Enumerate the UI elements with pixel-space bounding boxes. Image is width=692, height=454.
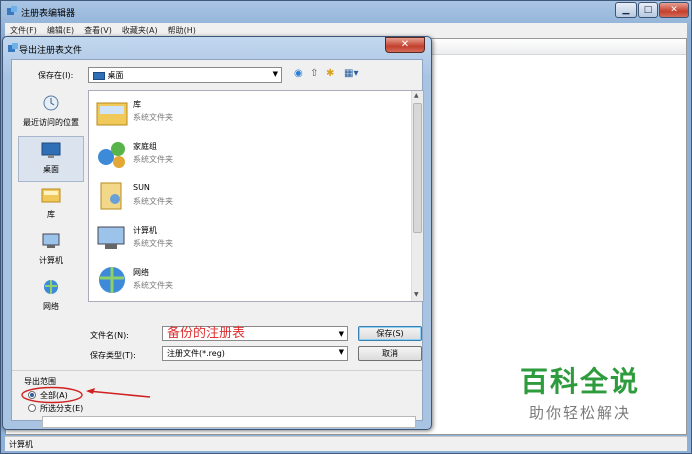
minimize-button[interactable]: ▁ <box>615 2 637 18</box>
file-name: 网络 <box>133 268 149 277</box>
dialog-close-button[interactable]: ✕ <box>385 37 425 53</box>
new-folder-icon[interactable]: ✱ <box>326 68 334 79</box>
place-label: 最近访问的位置 <box>23 118 79 127</box>
file-name: 库 <box>133 100 141 109</box>
place-desktop[interactable]: 桌面 <box>18 136 84 182</box>
list-item[interactable]: 家庭组 系统文件夹 <box>93 135 393 175</box>
chevron-down-icon: ▼ <box>338 330 344 338</box>
range-branch-label[interactable]: 所选分支(E) <box>40 403 83 414</box>
places-bar: 最近访问的位置 桌面 库 计算机 网络 <box>18 90 84 330</box>
export-dialog: 导出注册表文件 ✕ 保存在(I): 桌面 ▼ ◉ ⇧ ✱ ▦▾ 最近访问的位置 … <box>2 36 432 430</box>
recent-places-icon <box>43 95 59 111</box>
maximize-button[interactable]: □ <box>638 2 658 18</box>
regedit-icon <box>7 6 17 15</box>
annotation-arrow <box>86 388 151 398</box>
file-desc: 系统文件夹 <box>133 113 173 122</box>
place-recent[interactable]: 最近访问的位置 <box>18 90 84 136</box>
list-item[interactable]: 网络 系统文件夹 <box>93 261 393 301</box>
scroll-down-icon[interactable]: ▼ <box>414 291 419 298</box>
chevron-down-icon: ▼ <box>338 348 344 356</box>
filename-label: 文件名(N): <box>90 331 129 340</box>
place-libraries[interactable]: 库 <box>18 182 84 228</box>
file-name: 计算机 <box>133 226 157 235</box>
list-item[interactable]: SUN 系统文件夹 <box>93 177 393 217</box>
file-desc: 系统文件夹 <box>133 197 173 206</box>
chevron-down-icon: ▼ <box>272 70 278 78</box>
cancel-button[interactable]: 取消 <box>358 346 422 361</box>
scroll-up-icon[interactable]: ▲ <box>414 92 419 99</box>
place-label: 计算机 <box>39 256 63 265</box>
title-bar: 注册表编辑器 ▁ □ ✕ <box>1 1 691 23</box>
range-all-radio[interactable] <box>28 391 36 399</box>
range-branch-radio[interactable] <box>28 404 36 412</box>
dialog-body: 保存在(I): 桌面 ▼ ◉ ⇧ ✱ ▦▾ 最近访问的位置 桌面 库 计算机 网… <box>11 59 424 428</box>
up-folder-icon[interactable]: ⇧ <box>310 68 318 79</box>
desktop-icon <box>41 142 61 158</box>
place-network[interactable]: 网络 <box>18 274 84 320</box>
place-label: 网络 <box>43 302 59 311</box>
save-in-dropdown[interactable]: 桌面 ▼ <box>88 67 282 83</box>
place-label: 库 <box>47 210 55 219</box>
list-item[interactable]: 库 系统文件夹 <box>93 93 393 133</box>
menu-edit[interactable]: 编辑(E) <box>42 23 79 36</box>
libraries-folder-icon <box>96 102 128 126</box>
watermark: 百科全说 助你轻松解决 <box>510 360 650 423</box>
file-desc: 系统文件夹 <box>133 239 173 248</box>
dialog-title: 导出注册表文件 <box>19 46 83 56</box>
place-computer[interactable]: 计算机 <box>18 228 84 274</box>
regedit-icon <box>8 43 18 52</box>
save-in-value: 桌面 <box>107 71 124 80</box>
menu-file[interactable]: 文件(F) <box>5 23 42 36</box>
range-all-label[interactable]: 全部(A) <box>40 390 68 401</box>
menu-help[interactable]: 帮助(H) <box>163 23 201 36</box>
watermark-subtitle: 助你轻松解决 <box>528 404 631 422</box>
file-desc: 系统文件夹 <box>133 281 173 290</box>
filename-input[interactable]: 备份的注册表 ▼ <box>162 326 348 341</box>
file-list[interactable]: 库 系统文件夹 家庭组 系统文件夹 SUN 系统文件夹 计算机 系统文件夹 网络 <box>88 90 424 302</box>
computer-icon <box>97 226 125 249</box>
scroll-thumb[interactable] <box>413 103 422 233</box>
close-button[interactable]: ✕ <box>659 2 689 18</box>
view-menu-icon[interactable]: ▦▾ <box>344 68 358 79</box>
libraries-icon <box>41 188 61 203</box>
place-label: 桌面 <box>43 165 59 174</box>
branch-path-input[interactable] <box>42 416 416 428</box>
desktop-icon <box>93 71 105 80</box>
back-icon[interactable]: ◉ <box>294 68 303 79</box>
file-name: SUN <box>133 183 150 192</box>
status-bar: 计算机 <box>5 436 687 451</box>
filetype-dropdown[interactable]: 注册文件(*.reg) ▼ <box>162 346 348 361</box>
menu-view[interactable]: 查看(V) <box>79 23 117 36</box>
filetype-label: 保存类型(T): <box>90 351 136 360</box>
user-folder-icon <box>100 182 122 210</box>
filename-value: 备份的注册表 <box>167 326 246 341</box>
window-title: 注册表编辑器 <box>21 9 76 19</box>
menu-favorites[interactable]: 收藏夹(A) <box>117 23 163 36</box>
file-desc: 系统文件夹 <box>133 155 173 164</box>
homegroup-icon <box>98 142 125 168</box>
file-name: 家庭组 <box>133 142 157 151</box>
network-icon <box>44 280 58 294</box>
filetype-value: 注册文件(*.reg) <box>167 349 225 358</box>
network-icon <box>99 267 125 293</box>
save-button[interactable]: 保存(S) <box>358 326 422 341</box>
list-item[interactable]: 计算机 系统文件夹 <box>93 219 393 259</box>
computer-icon <box>42 233 60 248</box>
watermark-title: 百科全说 <box>519 365 640 398</box>
vertical-scrollbar[interactable]: ▲ ▼ <box>411 91 423 301</box>
save-in-label: 保存在(I): <box>38 71 74 80</box>
